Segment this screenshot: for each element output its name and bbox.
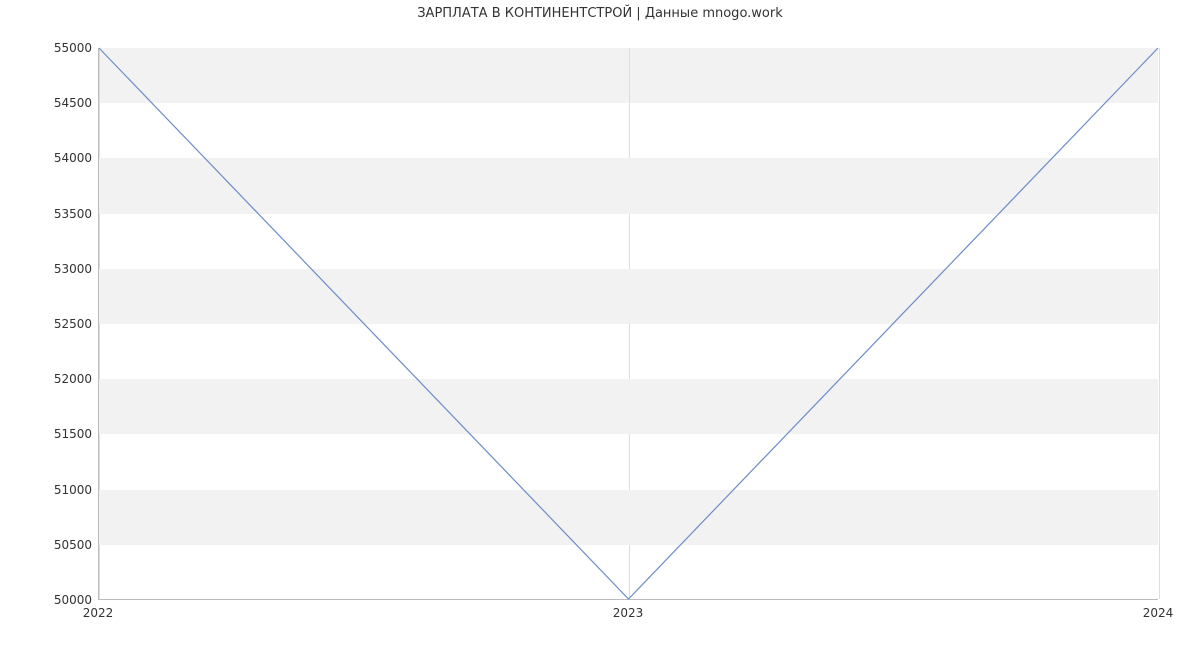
x-tick-label: 2023 [613, 606, 644, 620]
y-tick-label: 55000 [32, 41, 92, 55]
y-tick-label: 54000 [32, 151, 92, 165]
y-tick-label: 53500 [32, 207, 92, 221]
series-line [99, 48, 1158, 599]
y-tick-label: 51000 [32, 483, 92, 497]
plot-area [98, 48, 1158, 600]
y-tick-label: 53000 [32, 262, 92, 276]
y-tick-label: 52000 [32, 372, 92, 386]
chart-container: ЗАРПЛАТА В КОНТИНЕНТСТРОЙ | Данные mnogo… [0, 0, 1200, 650]
y-tick-label: 50000 [32, 593, 92, 607]
x-tick-label: 2024 [1143, 606, 1174, 620]
y-tick-label: 50500 [32, 538, 92, 552]
x-tick-label: 2022 [83, 606, 114, 620]
y-tick-label: 51500 [32, 427, 92, 441]
line-series [99, 48, 1158, 599]
grid-vline [1159, 48, 1160, 599]
y-tick-label: 54500 [32, 96, 92, 110]
chart-title: ЗАРПЛАТА В КОНТИНЕНТСТРОЙ | Данные mnogo… [0, 6, 1200, 21]
y-tick-label: 52500 [32, 317, 92, 331]
